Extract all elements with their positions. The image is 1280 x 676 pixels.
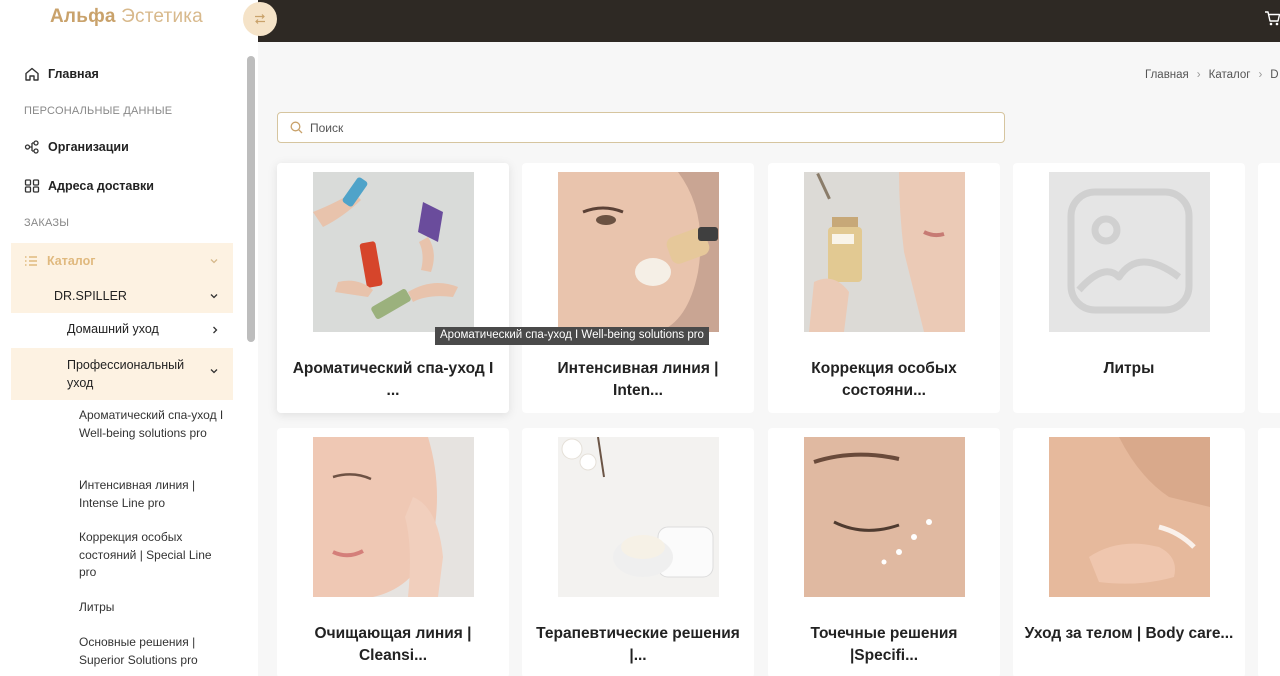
chevron-down-icon xyxy=(210,294,218,299)
sidebar-subitem-special-line[interactable]: Коррекция особых состояний | Special Lin… xyxy=(79,529,229,582)
product-title: Уход за телом | Body care... xyxy=(1024,625,1234,642)
product-card-partial[interactable] xyxy=(1258,163,1280,413)
product-card[interactable]: Интенсивная линия | Inten... xyxy=(522,163,754,413)
eye-with-cream-dots-image xyxy=(804,437,965,597)
search-input[interactable] xyxy=(310,120,910,135)
product-title: Ароматический спа-уход I ... xyxy=(292,360,494,399)
product-title: Коррекция особых состояни... xyxy=(811,360,957,399)
sidebar-subitem-intense-line[interactable]: Интенсивная линия | Intense Line pro xyxy=(79,477,229,512)
brand-name-light: Эстетика xyxy=(121,6,203,27)
list-icon xyxy=(25,256,37,266)
top-bar xyxy=(258,0,1280,42)
product-card[interactable]: Коррекция особых состояни... xyxy=(768,163,1000,413)
product-image-cleansing xyxy=(313,437,474,597)
home-icon xyxy=(25,67,39,81)
face-with-brush-cream-image xyxy=(558,172,719,332)
product-card[interactable]: Ароматический спа-уход I ... xyxy=(277,163,509,413)
sidebar-subitem-aroma-spa[interactable]: Ароматический спа-уход I Well-being solu… xyxy=(79,407,229,442)
product-image-placeholder xyxy=(1049,172,1210,332)
chevron-down-icon xyxy=(210,369,218,374)
sidebar-item-home-care[interactable]: Домашний уход xyxy=(67,322,159,336)
neck-shoulder-care-image xyxy=(1049,437,1210,597)
cart-icon[interactable] xyxy=(1264,9,1280,27)
product-card[interactable]: Литры xyxy=(1013,163,1245,413)
image-placeholder-icon xyxy=(1049,172,1210,332)
chevron-down-icon xyxy=(210,259,218,264)
breadcrumb-chevron-icon: › xyxy=(1258,69,1263,81)
sidebar-item-label: Адреса доставки xyxy=(48,179,154,193)
breadcrumb-chevron-icon: › xyxy=(1196,69,1201,81)
product-image-cream-jar xyxy=(558,437,719,597)
product-image-body-care xyxy=(1049,437,1210,597)
woman-touching-face-image xyxy=(313,437,474,597)
organization-icon xyxy=(24,140,39,154)
product-card-partial[interactable] xyxy=(1258,428,1280,676)
face-with-serum-bottle-image xyxy=(804,172,965,332)
tooltip: Ароматический спа-уход I Well-being solu… xyxy=(435,327,709,345)
section-orders: ЗАКАЗЫ xyxy=(24,217,70,229)
sidebar-subitem-liters[interactable]: Литры xyxy=(79,599,229,617)
breadcrumb-home[interactable]: Главная xyxy=(1145,69,1189,81)
section-personal-data: ПЕРСОНАЛЬНЫЕ ДАННЫЕ xyxy=(24,105,173,117)
product-card[interactable]: Уход за телом | Body care... xyxy=(1013,428,1245,676)
product-card[interactable]: Точечные решения |Specifi... xyxy=(768,428,1000,676)
product-title: Интенсивная линия | Inten... xyxy=(557,360,719,399)
sidebar-item-dr-spiller[interactable]: DR.SPILLER xyxy=(11,279,233,313)
brand-name-bold: Альфа xyxy=(50,6,116,27)
hands-with-cosmetic-tubes-image xyxy=(313,172,474,332)
sidebar-item-label: Домашний уход xyxy=(67,322,159,336)
product-card[interactable]: Терапевтические решения |... xyxy=(522,428,754,676)
sidebar-item-label: Главная xyxy=(48,67,99,81)
product-title: Точечные решения |Specifi... xyxy=(810,625,958,664)
sidebar-scrollbar[interactable] xyxy=(247,56,255,342)
search-icon xyxy=(290,121,303,134)
product-title: Литры xyxy=(1103,360,1155,377)
product-title: Терапевтические решения |... xyxy=(536,625,740,664)
sidebar-item-professional[interactable]: Профессиональный уход xyxy=(11,348,233,400)
sidebar-item-label: Организации xyxy=(48,140,129,154)
sidebar-item-label: Профессиональный уход xyxy=(67,358,185,390)
sidebar-item-label: Каталог xyxy=(47,254,96,268)
sidebar-toggle-button[interactable] xyxy=(243,2,277,36)
product-image-face-brush xyxy=(558,172,719,332)
brand-logo[interactable]: Альфа Эстетика xyxy=(50,6,203,28)
swap-arrows-icon xyxy=(255,14,265,24)
sidebar-item-home[interactable]: Главная xyxy=(24,66,99,82)
sidebar-subitem-superior-solutions[interactable]: Основные решения | Superior Solutions pr… xyxy=(79,634,229,669)
sidebar-item-label: DR.SPILLER xyxy=(54,289,127,303)
sidebar-item-addresses[interactable]: Адреса доставки xyxy=(24,178,154,194)
sidebar: Альфа Эстетика Главная ПЕРСОНАЛЬНЫЕ ДАНН… xyxy=(0,0,258,676)
breadcrumb-current[interactable]: D xyxy=(1270,69,1278,81)
sidebar-item-organizations[interactable]: Организации xyxy=(24,139,129,155)
product-card[interactable]: Очищающая линия | Cleansi... xyxy=(277,428,509,676)
buildings-icon xyxy=(24,179,40,193)
product-image-hands-cosmetics xyxy=(313,172,474,332)
breadcrumb: Главная › Каталог › D xyxy=(1145,69,1279,81)
product-title: Очищающая линия | Cleansi... xyxy=(314,625,472,664)
breadcrumb-catalog[interactable]: Каталог xyxy=(1209,69,1251,81)
cream-jar-with-cotton-image xyxy=(558,437,719,597)
search-bar[interactable] xyxy=(277,112,1005,143)
product-image-eye-cream xyxy=(804,437,965,597)
chevron-right-icon xyxy=(213,326,218,334)
product-image-serum xyxy=(804,172,965,332)
sidebar-item-catalog[interactable]: Каталог xyxy=(11,243,233,279)
